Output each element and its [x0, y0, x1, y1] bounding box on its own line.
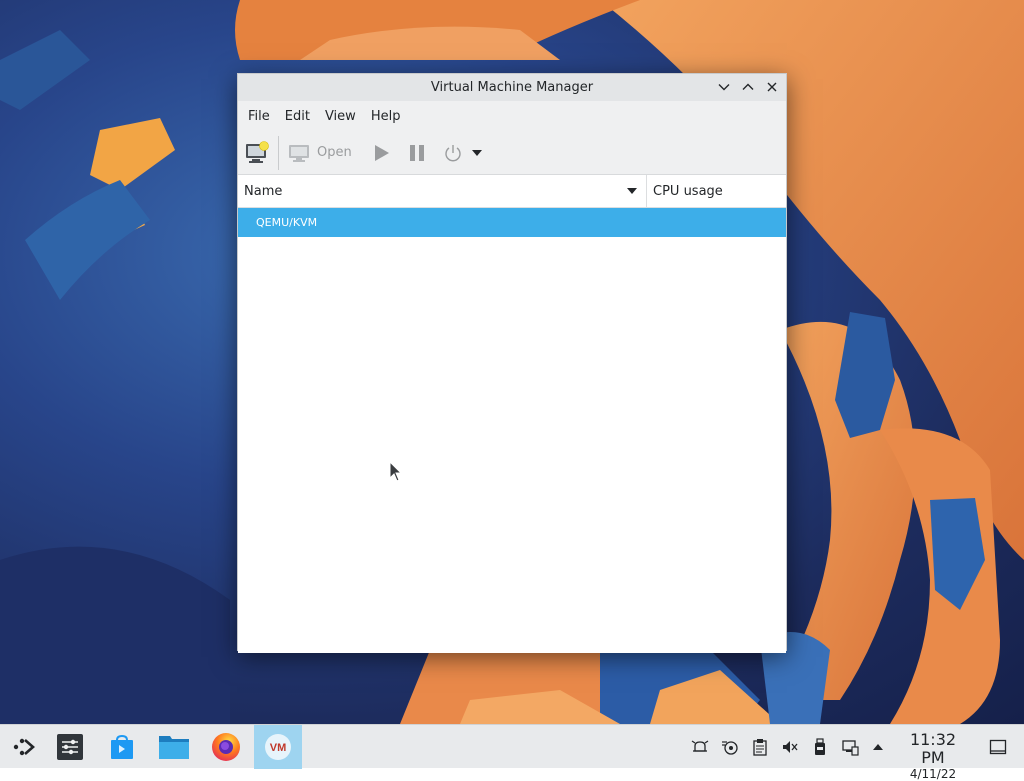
mouse-cursor-icon	[389, 461, 403, 482]
menu-view[interactable]: View	[319, 105, 362, 128]
taskbar-system-settings[interactable]	[46, 725, 94, 769]
firefox-icon	[212, 733, 240, 761]
application-launcher-icon	[13, 738, 35, 756]
tray-expand-button[interactable]	[868, 737, 888, 757]
discover-icon	[111, 734, 133, 759]
menu-help[interactable]: Help	[365, 105, 407, 128]
virt-manager-icon: VM	[265, 734, 291, 760]
alarm-bell-icon	[691, 740, 709, 752]
open-button-label: Open	[317, 145, 352, 160]
tray-network[interactable]	[840, 737, 860, 757]
connection-list[interactable]: QEMU/KVM	[238, 208, 786, 653]
close-icon	[767, 82, 777, 92]
taskbar: VM 11:32 PM 4/11/22	[0, 724, 1024, 781]
column-header-name[interactable]: Name	[238, 175, 647, 207]
run-button[interactable]	[370, 137, 392, 169]
show-desktop-icon	[989, 739, 1007, 755]
clock-time: 11:32 PM	[909, 730, 957, 767]
show-desktop-button[interactable]	[988, 737, 1008, 757]
clipboard-icon	[753, 739, 767, 756]
taskbar-firefox[interactable]	[202, 725, 250, 769]
update-icon	[722, 741, 738, 755]
toolbar: Open	[238, 131, 786, 175]
column-cpu-label: CPU usage	[653, 183, 723, 199]
menu-edit[interactable]: Edit	[279, 105, 316, 128]
system-settings-icon	[57, 734, 83, 760]
pause-icon	[409, 144, 424, 161]
tray-removable-devices[interactable]	[810, 737, 830, 757]
tray-clipboard[interactable]	[750, 737, 770, 757]
virt-manager-window[interactable]: Virtual Machine Manager File Edit View H…	[237, 73, 787, 653]
sort-down-icon	[627, 188, 637, 194]
network-wired-icon	[842, 740, 859, 756]
menubar: File Edit View Help	[238, 101, 786, 131]
clock-date: 4/11/22	[909, 767, 957, 781]
dropdown-arrow-icon	[471, 149, 482, 156]
tray-volume[interactable]	[780, 737, 800, 757]
maximize-button[interactable]	[738, 77, 758, 97]
shutdown-button[interactable]	[442, 137, 464, 169]
minimize-button[interactable]	[714, 77, 734, 97]
column-header-cpu-usage[interactable]: CPU usage	[647, 175, 786, 207]
power-icon	[445, 144, 461, 161]
list-header: Name CPU usage	[238, 175, 786, 208]
close-button[interactable]	[762, 77, 782, 97]
taskbar-discover[interactable]	[98, 725, 146, 769]
play-icon	[374, 144, 389, 161]
toolbar-separator	[278, 135, 279, 170]
application-launcher-button[interactable]	[0, 725, 48, 769]
digital-clock[interactable]: 11:32 PM 4/11/22	[896, 731, 970, 781]
window-controls	[714, 77, 782, 97]
list-item[interactable]: QEMU/KVM	[238, 208, 786, 237]
open-button[interactable]: Open	[287, 137, 352, 169]
chevron-down-icon	[718, 84, 730, 91]
shutdown-menu-button[interactable]	[470, 137, 484, 169]
pause-button[interactable]	[406, 137, 428, 169]
tray-updates[interactable]	[720, 737, 740, 757]
window-title: Virtual Machine Manager	[430, 80, 594, 95]
usb-drive-icon	[815, 738, 825, 755]
taskbar-virt-manager[interactable]: VM	[254, 725, 302, 769]
window-titlebar[interactable]: Virtual Machine Manager	[238, 74, 786, 101]
chevron-up-icon	[742, 83, 754, 90]
chevron-up-icon	[873, 744, 883, 750]
new-vm-icon	[246, 140, 269, 163]
monitor-icon	[289, 144, 309, 162]
file-manager-icon	[159, 736, 189, 759]
connection-name: QEMU/KVM	[256, 216, 318, 229]
svg-text:VM: VM	[270, 742, 287, 754]
menu-file[interactable]: File	[242, 105, 276, 128]
new-vm-button[interactable]	[244, 137, 270, 169]
column-name-label: Name	[244, 183, 283, 199]
volume-muted-icon	[783, 741, 798, 753]
taskbar-file-manager[interactable]	[150, 725, 198, 769]
tray-notifications[interactable]	[690, 737, 710, 757]
